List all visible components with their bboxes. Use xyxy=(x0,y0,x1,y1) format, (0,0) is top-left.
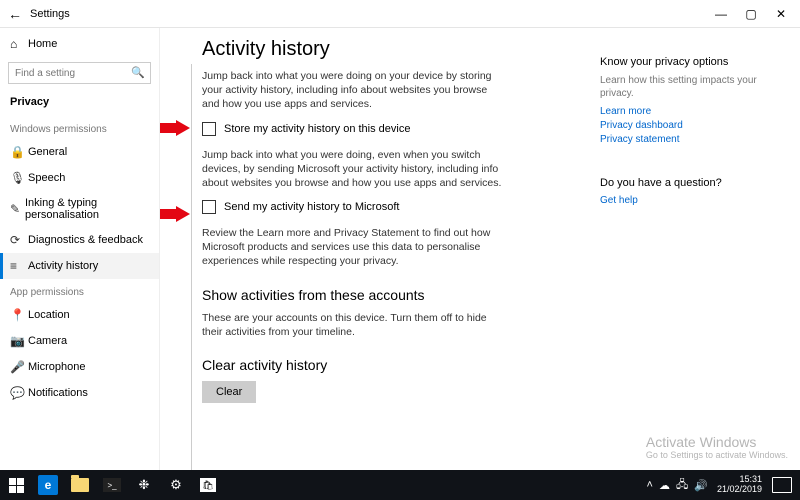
accounts-paragraph: These are your accounts on this device. … xyxy=(202,311,502,339)
taskbar-app-1[interactable]: ❉ xyxy=(128,470,160,500)
sidebar-item-activity-history[interactable]: ≡Activity history xyxy=(0,253,159,279)
gear-icon: ⚙ xyxy=(170,477,182,493)
link-get-help[interactable]: Get help xyxy=(600,195,784,206)
intro-paragraph-1: Jump back into what you were doing on yo… xyxy=(202,69,502,112)
watermark-line2: Go to Settings to activate Windows. xyxy=(646,450,788,460)
sidebar-item-label: Speech xyxy=(28,172,65,184)
pen-icon: ✎ xyxy=(10,202,25,216)
taskbar-settings[interactable]: ⚙ xyxy=(160,470,192,500)
sidebar-item-label: General xyxy=(28,146,67,158)
sidebar-category: Privacy xyxy=(0,90,159,116)
start-button[interactable] xyxy=(0,470,32,500)
watermark-line1: Activate Windows xyxy=(646,434,788,450)
terminal-icon: >_ xyxy=(103,478,121,492)
lock-icon: 🔒 xyxy=(10,145,28,159)
sidebar-item-general[interactable]: 🔒General xyxy=(0,139,159,165)
checkbox-label: Send my activity history to Microsoft xyxy=(224,201,399,213)
accounts-heading: Show activities from these accounts xyxy=(202,287,580,303)
sidebar-item-label: Camera xyxy=(28,335,67,347)
main-area: ⌂ Home 🔍 Privacy Windows permissions 🔒Ge… xyxy=(0,28,800,470)
sidebar-item-notifications[interactable]: 💬Notifications xyxy=(0,380,159,406)
tray-network-icon[interactable]: 🖧 xyxy=(676,476,688,495)
checkbox-store-history[interactable]: Store my activity history on this device xyxy=(202,122,580,136)
clock-date: 21/02/2019 xyxy=(717,485,762,495)
camera-icon: 📷 xyxy=(10,334,28,348)
search-icon: 🔍 xyxy=(131,66,145,79)
edge-icon: e xyxy=(38,475,58,495)
notifications-icon: 💬 xyxy=(10,386,28,400)
feedback-icon: ⟳ xyxy=(10,233,28,247)
sidebar-item-location[interactable]: 📍Location xyxy=(0,302,159,328)
system-tray: ˄ ☁ 🖧 🔊 15:31 21/02/2019 xyxy=(644,475,800,495)
close-button[interactable]: ✕ xyxy=(766,7,796,21)
app-icon: ❉ xyxy=(139,477,150,493)
checkbox-icon xyxy=(202,200,216,214)
mic-icon: 🎙 xyxy=(10,171,28,185)
store-icon: 🛍 xyxy=(200,478,216,492)
sidebar-item-label: Inking & typing personalisation xyxy=(25,197,149,221)
sidebar-item-speech[interactable]: 🎙Speech xyxy=(0,165,159,191)
link-learn-more[interactable]: Learn more xyxy=(600,106,784,117)
taskbar-store[interactable]: 🛍 xyxy=(192,470,224,500)
question-heading: Do you have a question? xyxy=(600,177,784,189)
folder-icon xyxy=(71,478,89,492)
taskbar-terminal[interactable]: >_ xyxy=(96,470,128,500)
windows-logo-icon xyxy=(9,478,24,493)
location-icon: 📍 xyxy=(10,308,28,322)
home-nav[interactable]: ⌂ Home xyxy=(0,32,159,56)
link-privacy-statement[interactable]: Privacy statement xyxy=(600,134,784,145)
clear-button[interactable]: Clear xyxy=(202,381,256,403)
link-privacy-dashboard[interactable]: Privacy dashboard xyxy=(600,120,784,131)
sidebar-item-label: Diagnostics & feedback xyxy=(28,234,143,246)
maximize-button[interactable]: ▢ xyxy=(736,7,766,21)
sidebar-item-label: Notifications xyxy=(28,387,88,399)
history-icon: ≡ xyxy=(10,259,28,273)
back-button[interactable]: ← xyxy=(4,6,26,22)
minimize-button[interactable]: — xyxy=(706,7,736,21)
sidebar-item-label: Activity history xyxy=(28,260,98,272)
sidebar-item-label: Location xyxy=(28,309,70,321)
window-title: Settings xyxy=(26,8,70,20)
annotation-arrow-2 xyxy=(160,206,190,222)
sidebar-section-appperms: App permissions xyxy=(0,279,159,302)
search-input[interactable] xyxy=(8,62,151,84)
intro-paragraph-2: Jump back into what you were doing, even… xyxy=(202,148,502,191)
activate-watermark: Activate Windows Go to Settings to activ… xyxy=(646,434,788,460)
sidebar-item-inking[interactable]: ✎Inking & typing personalisation xyxy=(0,191,159,227)
privacy-options-heading: Know your privacy options xyxy=(600,56,784,68)
tray-volume-icon[interactable]: 🔊 xyxy=(694,479,708,492)
titlebar: ← Settings — ▢ ✕ xyxy=(0,0,800,28)
search-wrap: 🔍 xyxy=(8,62,151,84)
sidebar-item-diagnostics[interactable]: ⟳Diagnostics & feedback xyxy=(0,227,159,253)
checkbox-icon xyxy=(202,122,216,136)
scroll-guide xyxy=(191,64,192,470)
taskbar-clock[interactable]: 15:31 21/02/2019 xyxy=(711,475,768,495)
sidebar-item-label: Microphone xyxy=(28,361,85,373)
action-center-icon[interactable] xyxy=(772,477,792,493)
sidebar-item-camera[interactable]: 📷Camera xyxy=(0,328,159,354)
review-paragraph: Review the Learn more and Privacy Statem… xyxy=(202,226,502,269)
sidebar-item-microphone[interactable]: 🎤Microphone xyxy=(0,354,159,380)
taskbar: e >_ ❉ ⚙ 🛍 ˄ ☁ 🖧 🔊 15:31 21/02/2019 xyxy=(0,470,800,500)
taskbar-edge[interactable]: e xyxy=(32,470,64,500)
clear-heading: Clear activity history xyxy=(202,357,580,373)
home-icon: ⌂ xyxy=(10,37,28,51)
tray-onedrive-icon[interactable]: ☁ xyxy=(659,479,670,492)
sidebar: ⌂ Home 🔍 Privacy Windows permissions 🔒Ge… xyxy=(0,28,160,470)
page-title: Activity history xyxy=(202,38,580,61)
home-label: Home xyxy=(28,38,57,50)
annotation-arrow-1 xyxy=(160,120,190,136)
taskbar-explorer[interactable] xyxy=(64,470,96,500)
right-panel: Know your privacy options Learn how this… xyxy=(600,28,800,470)
checkbox-send-history[interactable]: Send my activity history to Microsoft xyxy=(202,200,580,214)
tray-chevron-icon[interactable]: ˄ xyxy=(647,479,653,491)
microphone-icon: 🎤 xyxy=(10,360,28,374)
checkbox-label: Store my activity history on this device xyxy=(224,123,410,135)
content-pane: Activity history Jump back into what you… xyxy=(160,28,600,470)
privacy-options-hint: Learn how this setting impacts your priv… xyxy=(600,74,784,100)
sidebar-section-winperms: Windows permissions xyxy=(0,116,159,139)
